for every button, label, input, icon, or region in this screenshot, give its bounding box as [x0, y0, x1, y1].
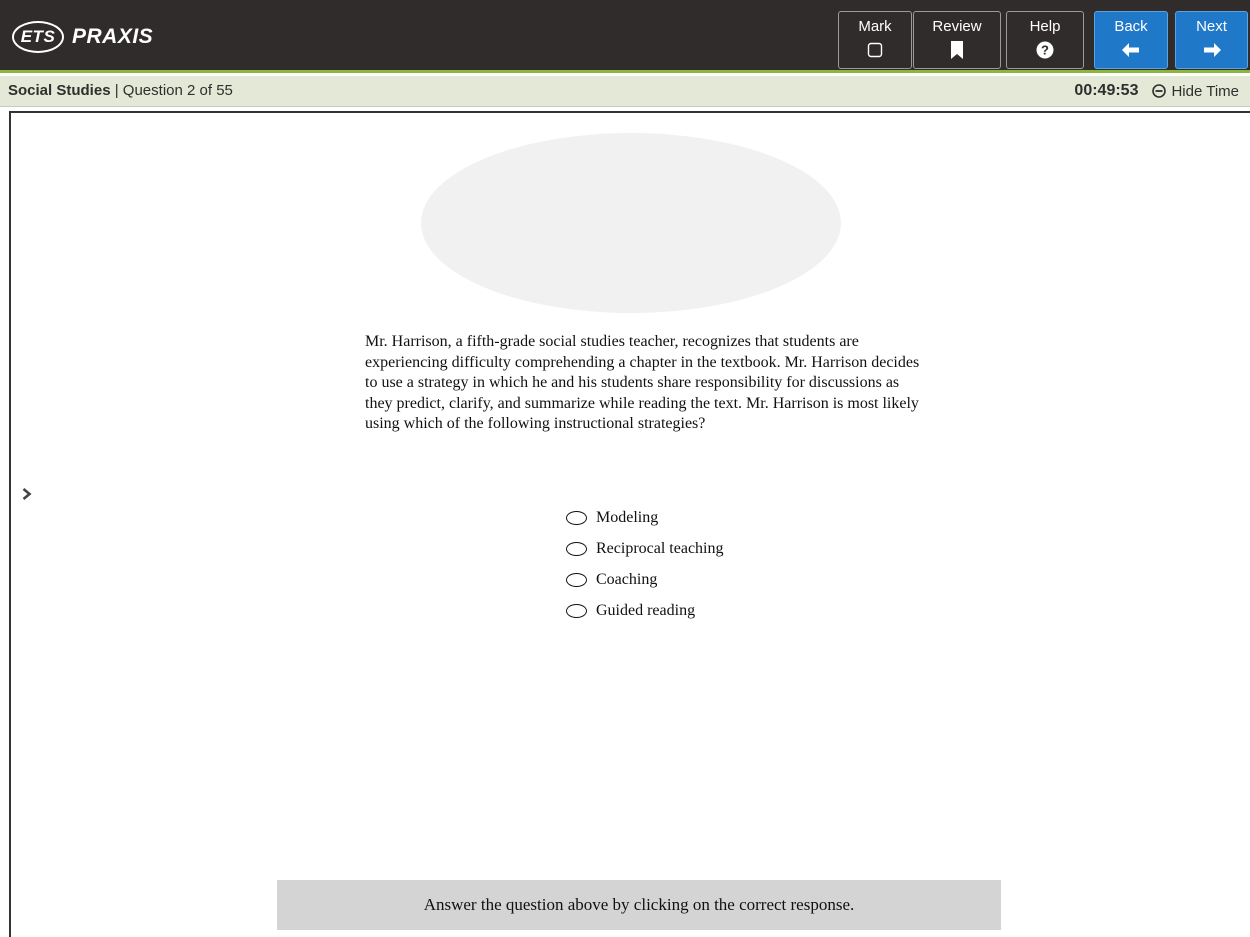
- help-button-label: Help: [1029, 18, 1061, 35]
- option-coaching[interactable]: Coaching: [566, 564, 724, 595]
- back-button[interactable]: Back: [1094, 11, 1168, 69]
- praxis-wordmark: PRAXIS: [72, 25, 154, 48]
- option-label: Reciprocal teaching: [596, 539, 724, 557]
- hide-time-label: Hide Time: [1171, 82, 1239, 100]
- question-progress: Question 2 of 55: [122, 82, 233, 99]
- minus-circle-icon: [1152, 84, 1167, 98]
- question-info: Social Studies | Question 2 of 55: [8, 82, 233, 99]
- question-pane: Mr. Harrison, a fifth-grade social studi…: [9, 111, 1250, 937]
- next-button[interactable]: Next: [1175, 11, 1248, 69]
- option-label: Modeling: [596, 508, 659, 526]
- radio-button[interactable]: [566, 541, 587, 556]
- chevron-right-icon[interactable]: [22, 487, 32, 505]
- top-toolbar: ETS PRAXIS Mark Review Help ? Back Next: [0, 0, 1250, 73]
- arrow-right-icon: [1203, 40, 1221, 60]
- mark-button[interactable]: Mark: [838, 11, 912, 69]
- option-modeling[interactable]: Modeling: [566, 502, 724, 533]
- mark-button-label: Mark: [858, 18, 892, 35]
- answer-options: Modeling Reciprocal teaching Coaching Gu…: [566, 502, 724, 626]
- help-button[interactable]: Help ?: [1006, 11, 1084, 69]
- question-stem: Mr. Harrison, a fifth-grade social studi…: [365, 333, 920, 432]
- hide-time-toggle[interactable]: Hide Time: [1152, 83, 1239, 100]
- radio-button[interactable]: [566, 510, 587, 525]
- ets-logo-mark: ETS: [12, 21, 64, 53]
- option-guided-reading[interactable]: Guided reading: [566, 595, 724, 626]
- instruction-banner: Answer the question above by clicking on…: [277, 880, 1001, 930]
- status-bar: Social Studies | Question 2 of 55 00:49:…: [0, 76, 1250, 107]
- radio-button[interactable]: [566, 572, 587, 587]
- next-button-label: Next: [1196, 18, 1227, 35]
- praxis-logo: ETS PRAXIS: [12, 21, 153, 53]
- review-button[interactable]: Review: [913, 11, 1001, 69]
- option-label: Coaching: [596, 570, 658, 588]
- arrow-left-icon: [1122, 40, 1140, 60]
- bookmark-icon: [950, 40, 964, 60]
- back-button-label: Back: [1114, 18, 1148, 35]
- timer-display: 00:49:53: [1074, 82, 1139, 99]
- subject-name: Social Studies: [8, 82, 111, 99]
- review-button-label: Review: [932, 18, 982, 35]
- timer-area: 00:49:53 Hide Time: [1074, 82, 1239, 100]
- checkbox-icon: [867, 40, 883, 60]
- option-label: Guided reading: [596, 601, 696, 619]
- svg-text:?: ?: [1041, 43, 1049, 58]
- option-reciprocal-teaching[interactable]: Reciprocal teaching: [566, 533, 724, 564]
- status-separator: |: [114, 82, 119, 99]
- globe-watermark-icon: [421, 133, 841, 313]
- question-circle-icon: ?: [1036, 40, 1054, 60]
- radio-button[interactable]: [566, 603, 587, 618]
